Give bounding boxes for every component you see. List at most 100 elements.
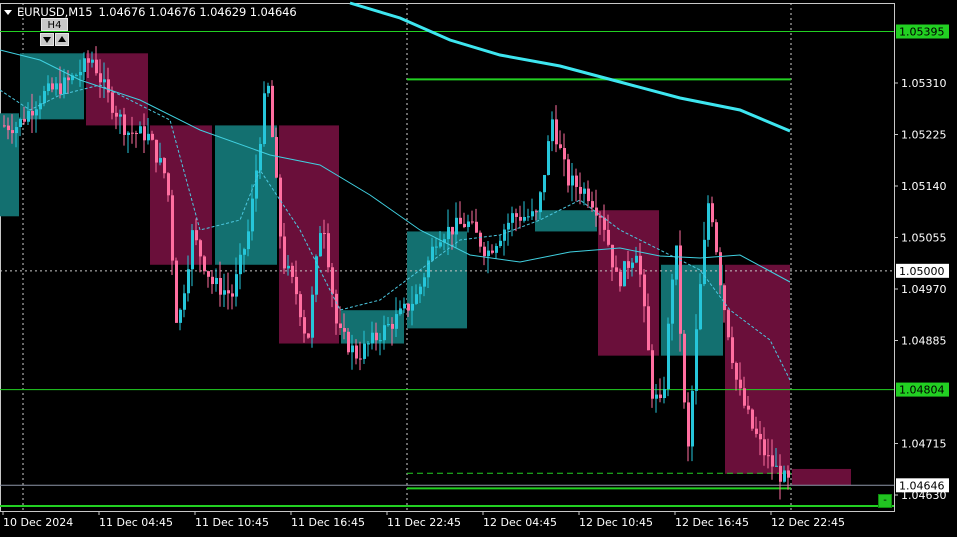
candle-body xyxy=(187,269,190,294)
candle-body xyxy=(531,211,534,217)
candle-body xyxy=(587,188,590,202)
candle-body xyxy=(207,271,210,277)
time-tick-label: 12 Dec 22:45 xyxy=(771,516,845,529)
arrow-down-icon xyxy=(43,37,51,43)
trade-status-indicator[interactable]: - xyxy=(878,494,892,508)
price-tick-label: 1.04970 xyxy=(901,283,947,296)
candle-body xyxy=(615,267,618,272)
price-level-tag-label: 1.04804 xyxy=(899,384,945,397)
candle-body xyxy=(479,232,482,247)
timeframe-up-button[interactable] xyxy=(55,33,69,46)
candle-body xyxy=(451,226,454,235)
close-value: 1.04646 xyxy=(249,5,297,19)
candle-body xyxy=(227,290,230,294)
candle-body xyxy=(699,284,702,330)
time-tick-label: 11 Dec 16:45 xyxy=(291,516,365,529)
candle-body xyxy=(167,173,170,196)
candle-body xyxy=(707,203,710,240)
candle-body xyxy=(779,465,782,482)
candle-body xyxy=(379,340,382,342)
higher-timeframe-badge[interactable]: H4 xyxy=(41,18,68,31)
candle-body xyxy=(331,267,334,294)
candle-body xyxy=(179,309,182,323)
ohlc-values: 1.04676 1.04676 1.04629 1.04646 xyxy=(98,5,296,19)
candle-body xyxy=(787,470,790,478)
candle-body xyxy=(7,125,10,131)
candle-body xyxy=(127,132,130,135)
price-tick-label: 1.05225 xyxy=(901,129,947,142)
candle-body xyxy=(651,350,654,399)
candle-body xyxy=(111,92,114,113)
candle-body xyxy=(335,293,338,324)
candle-body xyxy=(647,306,650,351)
candle-body xyxy=(255,170,258,199)
candle-body xyxy=(115,112,118,117)
candle-body xyxy=(19,118,22,128)
candle-body xyxy=(711,203,714,223)
price-tick-label: 1.04715 xyxy=(901,438,947,451)
candle-body xyxy=(147,133,150,141)
candle-body xyxy=(319,233,322,257)
candle-body xyxy=(619,271,622,287)
candle-body xyxy=(323,233,326,235)
candle-body xyxy=(739,379,742,389)
candle-body xyxy=(3,125,6,127)
candle-body xyxy=(631,262,634,268)
candle-body xyxy=(399,308,402,315)
price-chart[interactable]: 1.05310 1.05225 1.05140 1.05055 1.04970 1.048… xyxy=(0,0,957,533)
candle-body xyxy=(727,310,730,338)
candle-body xyxy=(731,337,734,364)
candle-body xyxy=(359,358,362,360)
candle-body xyxy=(63,77,66,95)
chart-window[interactable]: 1.05310 1.05225 1.05140 1.05055 1.04970 1.048… xyxy=(0,0,957,533)
candle-body xyxy=(231,293,234,297)
candle-body xyxy=(211,276,214,285)
candle-body xyxy=(355,345,358,359)
candle-body xyxy=(683,333,686,403)
time-tick-label: 12 Dec 10:45 xyxy=(579,516,653,529)
candle-body xyxy=(435,246,438,248)
candle-body xyxy=(87,58,90,63)
candle-body xyxy=(99,73,102,83)
candle-body xyxy=(55,83,58,90)
candle-body xyxy=(235,274,238,297)
candle-body xyxy=(511,213,514,223)
candle-body xyxy=(623,261,626,287)
candle-body xyxy=(567,159,570,186)
candle-body xyxy=(271,85,274,138)
candle-body xyxy=(39,103,42,110)
price-level-tag-label: 1.05000 xyxy=(899,265,945,278)
candle-body xyxy=(635,255,638,263)
candle-body xyxy=(15,127,18,134)
candle-body xyxy=(519,216,522,221)
htf-candle-box xyxy=(535,210,597,232)
htf-candle-box xyxy=(792,468,851,486)
candle-body xyxy=(743,388,746,406)
candle-body xyxy=(287,265,290,269)
candle-body xyxy=(131,132,134,134)
htf-candle-box xyxy=(661,264,723,356)
time-tick-label: 12 Dec 04:45 xyxy=(483,516,557,529)
open-value: 1.04676 xyxy=(98,5,146,19)
candle-body xyxy=(299,294,302,318)
candle-body xyxy=(487,250,490,257)
candle-body xyxy=(171,195,174,261)
candle-body xyxy=(239,254,242,275)
candle-body xyxy=(263,93,266,144)
timeframe-down-button[interactable] xyxy=(40,33,54,46)
candle-body xyxy=(123,114,126,135)
candle-body xyxy=(295,276,298,295)
low-value: 1.04629 xyxy=(199,5,247,19)
candle-body xyxy=(183,293,186,310)
candle-body xyxy=(135,133,138,135)
time-tick-label: 11 Dec 10:45 xyxy=(195,516,269,529)
candle-body xyxy=(175,260,178,323)
candle-body xyxy=(383,325,386,341)
symbol-menu-icon[interactable] xyxy=(4,9,12,15)
candle-body xyxy=(555,119,558,145)
candle-body xyxy=(675,245,678,280)
candle-body xyxy=(431,246,434,261)
candle-body xyxy=(539,192,542,213)
candle-body xyxy=(139,126,142,134)
candle-body xyxy=(203,256,206,272)
